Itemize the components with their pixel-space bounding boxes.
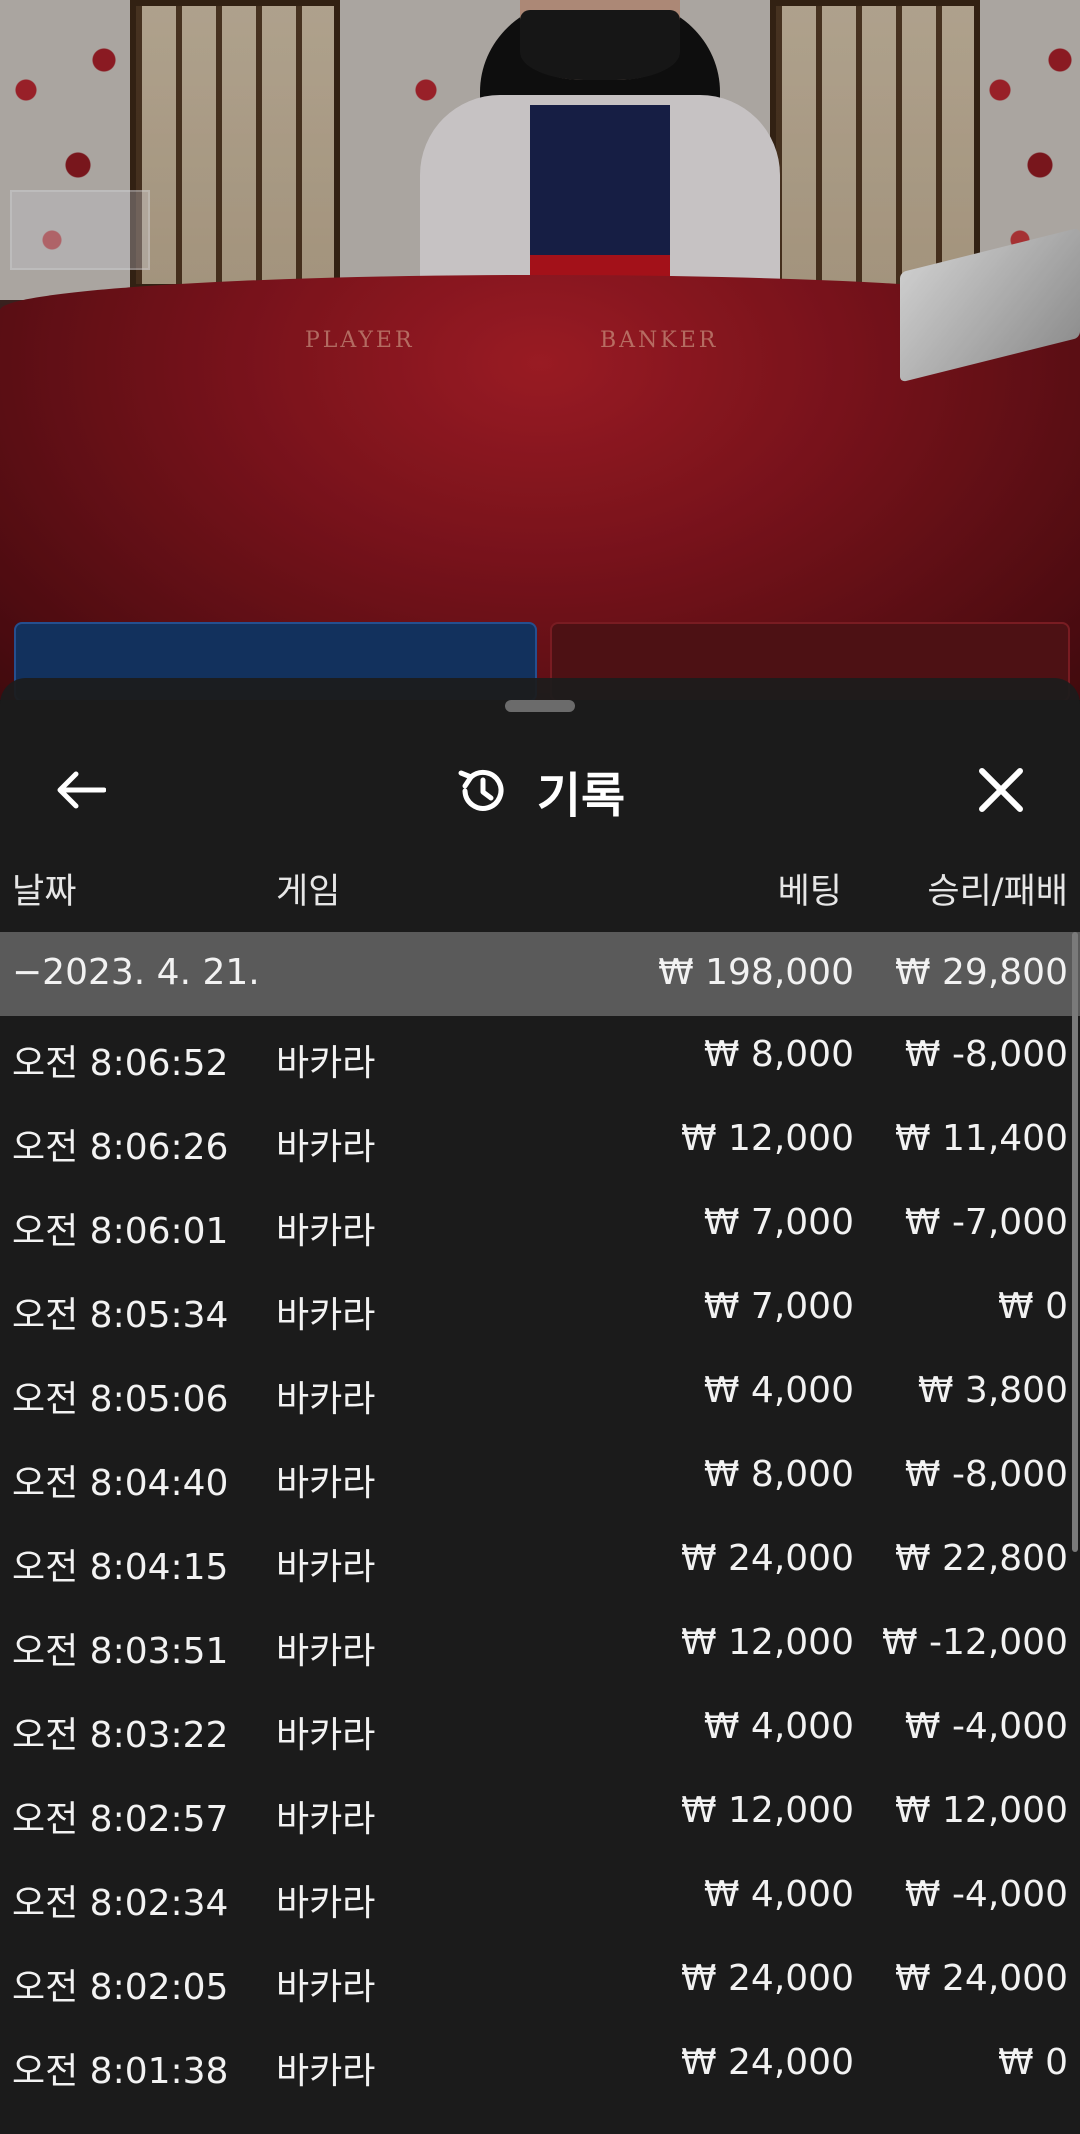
row-bet: ₩ 12,000 bbox=[680, 1118, 854, 1159]
history-row[interactable]: 오전 8:02:57 바카라 ₩ 12,000 ₩ 12,000 bbox=[0, 1772, 1080, 1856]
row-time: 오전 8:03:51 bbox=[12, 1631, 229, 1672]
row-bet: ₩ 4,000 bbox=[703, 1370, 854, 1411]
history-row[interactable]: 오전 8:04:40 바카라 ₩ 8,000 ₩ -8,000 bbox=[0, 1436, 1080, 1520]
row-game: 바카라 bbox=[276, 1211, 376, 1252]
row-result: ₩ -12,000 bbox=[882, 1622, 1068, 1663]
history-row[interactable]: 오전 8:03:22 바카라 ₩ 4,000 ₩ -4,000 bbox=[0, 1688, 1080, 1772]
row-time: 오전 8:05:34 bbox=[12, 1295, 229, 1336]
row-bet: ₩ 7,000 bbox=[703, 1286, 854, 1327]
row-bet: ₩ 24,000 bbox=[680, 1958, 854, 1999]
row-game: 바카라 bbox=[276, 1463, 376, 1504]
row-result: ₩ 3,800 bbox=[917, 1370, 1068, 1411]
row-result: ₩ -8,000 bbox=[904, 1454, 1068, 1495]
row-game: 바카라 bbox=[276, 1631, 376, 1672]
row-result: ₩ 0 bbox=[998, 1286, 1068, 1327]
row-result: ₩ 12,000 bbox=[894, 1790, 1068, 1831]
history-row[interactable]: 오전 8:06:26 바카라 ₩ 12,000 ₩ 11,400 bbox=[0, 1100, 1080, 1184]
row-time: 오전 8:02:34 bbox=[12, 1883, 229, 1924]
history-row[interactable]: 오전 8:06:52 바카라 ₩ 8,000 ₩ -8,000 bbox=[0, 1016, 1080, 1100]
row-result: ₩ 0 bbox=[998, 2042, 1068, 2083]
day-date: −2023. 4. 21. bbox=[12, 952, 260, 993]
history-sheet: 기록 날짜 게임 베팅 승리/패배 −2023. 4. 21. ₩ 198,00… bbox=[0, 678, 1080, 2134]
row-time: 오전 8:01:38 bbox=[12, 2051, 229, 2092]
close-button[interactable] bbox=[965, 758, 1037, 822]
day-bet-total: ₩ 198,000 bbox=[658, 952, 854, 993]
row-game: 바카라 bbox=[276, 1967, 376, 2008]
history-row[interactable]: 오전 8:05:34 바카라 ₩ 7,000 ₩ 0 bbox=[0, 1268, 1080, 1352]
row-game: 바카라 bbox=[276, 1547, 376, 1588]
close-icon bbox=[979, 768, 1023, 812]
row-game: 바카라 bbox=[276, 1043, 376, 1084]
row-result: ₩ 22,800 bbox=[894, 1538, 1068, 1579]
history-row[interactable]: 오전 8:06:01 바카라 ₩ 7,000 ₩ -7,000 bbox=[0, 1184, 1080, 1268]
sheet-header: 기록 bbox=[0, 738, 1080, 838]
row-game: 바카라 bbox=[276, 2051, 376, 2092]
day-result-total: ₩ 29,800 bbox=[894, 952, 1068, 993]
row-bet: ₩ 24,000 bbox=[680, 2042, 854, 2083]
column-date: 날짜 bbox=[12, 872, 77, 912]
row-result: ₩ -4,000 bbox=[904, 1706, 1068, 1747]
row-bet: ₩ 7,000 bbox=[703, 1202, 854, 1243]
row-game: 바카라 bbox=[276, 1799, 376, 1840]
row-time: 오전 8:06:26 bbox=[12, 1127, 229, 1168]
row-result: ₩ 24,000 bbox=[894, 1958, 1068, 1999]
column-bet: 베팅 bbox=[777, 872, 842, 912]
row-time: 오전 8:02:05 bbox=[12, 1967, 229, 2008]
row-time: 오전 8:03:22 bbox=[12, 1715, 229, 1756]
history-row[interactable]: 오전 8:02:34 바카라 ₩ 4,000 ₩ -4,000 bbox=[0, 1856, 1080, 1940]
row-time: 오전 8:06:01 bbox=[12, 1211, 229, 1252]
row-result: ₩ 11,400 bbox=[894, 1118, 1068, 1159]
history-row[interactable]: 오전 8:02:05 바카라 ₩ 24,000 ₩ 24,000 bbox=[0, 1940, 1080, 2024]
history-icon bbox=[458, 769, 504, 811]
column-game: 게임 bbox=[276, 872, 341, 912]
row-game: 바카라 bbox=[276, 1379, 376, 1420]
history-list: −2023. 4. 21. ₩ 198,000 ₩ 29,800 오전 8:06… bbox=[0, 932, 1080, 2108]
sheet-title: 기록 bbox=[536, 768, 626, 824]
row-game: 바카라 bbox=[276, 1883, 376, 1924]
row-bet: ₩ 4,000 bbox=[703, 1874, 854, 1915]
history-row[interactable]: 오전 8:04:15 바카라 ₩ 24,000 ₩ 22,800 bbox=[0, 1520, 1080, 1604]
row-bet: ₩ 12,000 bbox=[680, 1622, 854, 1663]
row-result: ₩ -8,000 bbox=[904, 1034, 1068, 1075]
row-time: 오전 8:06:52 bbox=[12, 1043, 229, 1084]
day-summary-row[interactable]: −2023. 4. 21. ₩ 198,000 ₩ 29,800 bbox=[0, 932, 1080, 1016]
row-game: 바카라 bbox=[276, 1127, 376, 1168]
row-game: 바카라 bbox=[276, 1715, 376, 1756]
row-time: 오전 8:04:15 bbox=[12, 1547, 229, 1588]
drag-handle[interactable] bbox=[505, 700, 575, 712]
row-result: ₩ -4,000 bbox=[904, 1874, 1068, 1915]
history-row[interactable]: 오전 8:05:06 바카라 ₩ 4,000 ₩ 3,800 bbox=[0, 1352, 1080, 1436]
row-time: 오전 8:02:57 bbox=[12, 1799, 229, 1840]
row-time: 오전 8:04:40 bbox=[12, 1463, 229, 1504]
row-game: 바카라 bbox=[276, 1295, 376, 1336]
row-bet: ₩ 24,000 bbox=[680, 1538, 854, 1579]
row-time: 오전 8:05:06 bbox=[12, 1379, 229, 1420]
history-row[interactable]: 오전 8:03:51 바카라 ₩ 12,000 ₩ -12,000 bbox=[0, 1604, 1080, 1688]
history-row[interactable]: 오전 8:01:38 바카라 ₩ 24,000 ₩ 0 bbox=[0, 2024, 1080, 2108]
row-bet: ₩ 8,000 bbox=[703, 1454, 854, 1495]
row-bet: ₩ 8,000 bbox=[703, 1034, 854, 1075]
scrollbar[interactable] bbox=[1072, 932, 1078, 1552]
row-bet: ₩ 4,000 bbox=[703, 1706, 854, 1747]
row-result: ₩ -7,000 bbox=[904, 1202, 1068, 1243]
row-bet: ₩ 12,000 bbox=[680, 1790, 854, 1831]
table-header: 날짜 게임 베팅 승리/패배 bbox=[0, 863, 1080, 913]
column-result: 승리/패배 bbox=[927, 872, 1068, 912]
